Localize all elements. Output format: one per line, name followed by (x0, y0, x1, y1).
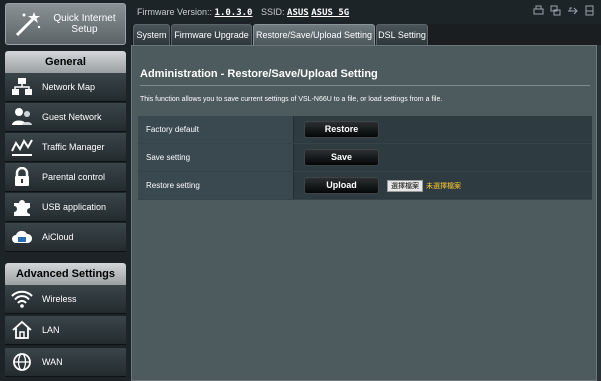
wifi-icon (10, 288, 34, 310)
save-button[interactable]: Save (304, 149, 379, 166)
usb-icon[interactable] (567, 5, 578, 16)
home-icon (10, 319, 34, 341)
sidebar-item-network-map[interactable]: Network Map (5, 73, 126, 102)
firmware-version: Firmware Version:: 1.0.3.0 (137, 7, 253, 18)
upload-button[interactable]: Upload (304, 177, 379, 194)
tab-bar: System Firmware Upgrade Restore/Save/Upl… (131, 24, 601, 45)
tab-dsl-setting[interactable]: DSL Setting (376, 24, 428, 45)
sidebar-item-traffic-manager[interactable]: Traffic Manager (5, 133, 126, 162)
table-row-factory-default: Factory default Restore (138, 116, 592, 144)
title-divider (140, 85, 590, 86)
row-label: Factory default (138, 116, 294, 143)
settings-table: Factory default Restore Save setting Sav… (138, 116, 592, 200)
firmware-version-link[interactable]: 1.0.3.0 (215, 8, 253, 18)
page-description: This function allows you to save current… (140, 96, 443, 103)
sidebar-item-wan[interactable]: WAN (5, 348, 126, 377)
lock-icon (10, 166, 34, 188)
row-cell: Restore (294, 116, 592, 143)
sidebar-item-usb-application[interactable]: USB application (5, 193, 126, 222)
tab-system[interactable]: System (133, 24, 170, 45)
row-label: Save setting (138, 144, 294, 171)
sidebar-item-lan[interactable]: LAN (5, 316, 126, 345)
ssid-info: SSID: ASUS ASUS_5G (261, 7, 350, 18)
network-status-icon[interactable] (550, 5, 561, 16)
table-row-restore-setting: Restore setting Upload 選擇檔案 未選擇檔案 (138, 172, 592, 200)
ssid-2g-link[interactable]: ASUS (287, 8, 309, 18)
sidebar-item-aicloud[interactable]: AiCloud (5, 223, 126, 252)
tab-firmware-upgrade[interactable]: Firmware Upgrade (171, 24, 252, 45)
top-bar: Firmware Version:: 1.0.3.0 SSID: ASUS AS… (131, 0, 601, 24)
sidebar-item-wireless[interactable]: Wireless (5, 285, 126, 314)
traffic-manager-icon (10, 136, 34, 158)
general-header: General (5, 51, 126, 73)
file-status-text: 未選擇檔案 (426, 182, 461, 190)
sidebar-item-label: WAN (42, 357, 63, 367)
quick-internet-setup-label: Quick Internet Setup (53, 13, 116, 35)
main-panel: Administration - Restore/Save/Upload Set… (131, 45, 597, 381)
quick-internet-setup-button[interactable]: Quick Internet Setup (5, 3, 126, 45)
guest-network-icon (10, 106, 34, 128)
choose-file-button[interactable]: 選擇檔案 (387, 179, 423, 192)
advanced-settings-header: Advanced Settings (5, 263, 126, 285)
scrollbar[interactable] (597, 45, 601, 381)
tab-restore-save-upload[interactable]: Restore/Save/Upload Setting (253, 24, 375, 45)
sidebar-item-label: LAN (42, 325, 60, 335)
magic-wand-icon (10, 7, 44, 41)
sidebar: Quick Internet Setup General Network Map… (0, 0, 131, 381)
puzzle-icon (10, 196, 34, 218)
sidebar-item-label: Parental control (42, 172, 106, 182)
sidebar-item-guest-network[interactable]: Guest Network (5, 103, 126, 132)
table-row-save-setting: Save setting Save (138, 144, 592, 172)
page-title: Administration - Restore/Save/Upload Set… (140, 68, 378, 80)
sidebar-item-label: Network Map (42, 82, 96, 92)
restore-button[interactable]: Restore (304, 121, 379, 138)
row-label: Restore setting (138, 172, 294, 199)
sidebar-item-label: Wireless (42, 294, 77, 304)
network-map-icon (10, 76, 34, 98)
row-cell: Upload 選擇檔案 未選擇檔案 (294, 172, 592, 199)
printer-icon[interactable] (533, 5, 544, 16)
sidebar-item-label: Guest Network (42, 112, 102, 122)
sidebar-item-label: USB application (42, 202, 107, 212)
globe-icon (10, 351, 34, 373)
cloud-icon (10, 226, 34, 248)
ssid-5g-link[interactable]: ASUS_5G (311, 8, 349, 18)
sidebar-item-label: AiCloud (42, 232, 74, 242)
row-cell: Save (294, 144, 592, 171)
status-icons (533, 5, 595, 16)
sidebar-item-label: Traffic Manager (42, 142, 105, 152)
sidebar-item-parental-control[interactable]: Parental control (5, 163, 126, 192)
storage-icon[interactable] (584, 5, 595, 16)
